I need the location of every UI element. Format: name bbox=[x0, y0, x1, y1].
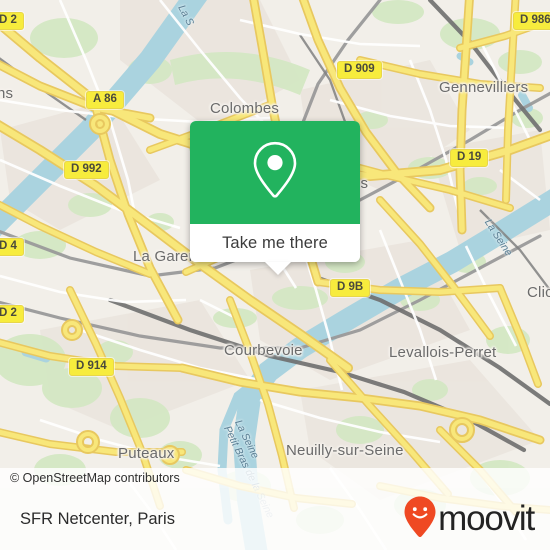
take-me-there-button-label: Take me there bbox=[222, 233, 328, 252]
road-shield-d914: D 914 bbox=[69, 358, 114, 376]
map-label-neuilly-sur-seine: Neuilly-sur-Seine bbox=[286, 442, 404, 459]
popup-header bbox=[190, 121, 360, 224]
road-shield-d992: D 992 bbox=[64, 161, 109, 179]
map-label-colombes: Colombes bbox=[210, 100, 280, 117]
popup-tail bbox=[265, 262, 291, 275]
map-screenshot: Colombes Gennevilliers La Garen Courbevo… bbox=[0, 0, 550, 550]
road-shield-d909: D 909 bbox=[337, 61, 382, 79]
map-label-la-garenne: La Garen bbox=[133, 248, 198, 265]
footer-bar: SFR Netcenter, Paris moovit bbox=[0, 488, 550, 550]
map-label-clichy: Clich bbox=[527, 284, 550, 301]
road-shield-d986: D 986 bbox=[513, 12, 550, 30]
map-label-asnieres-clipped: ns bbox=[0, 85, 14, 102]
map-popup-card[interactable]: Take me there bbox=[190, 121, 360, 275]
road-shield-a86: A 86 bbox=[86, 91, 124, 109]
location-title: SFR Netcenter, Paris bbox=[20, 509, 175, 528]
moovit-pin-icon bbox=[403, 495, 437, 544]
map-label-puteaux: Puteaux bbox=[118, 445, 175, 462]
map-label-courbevoie: Courbevoie bbox=[224, 342, 303, 359]
road-shield-d9b: D 9B bbox=[330, 279, 371, 297]
moovit-brand[interactable]: moovit bbox=[403, 495, 550, 544]
map-label-gennevilliers: Gennevilliers bbox=[439, 79, 529, 96]
map-attribution-bar: © OpenStreetMap contributors bbox=[0, 468, 550, 488]
map-pin-icon bbox=[251, 140, 299, 205]
popup-footer[interactable]: Take me there bbox=[190, 224, 360, 275]
moovit-wordmark: moovit bbox=[438, 499, 535, 538]
openstreetmap-attribution[interactable]: © OpenStreetMap contributors bbox=[0, 471, 180, 485]
road-shield-d19: D 19 bbox=[450, 149, 489, 167]
road-shield-d2-left: D 2 bbox=[0, 305, 24, 323]
map-label-levallois-perret: Levallois-Perret bbox=[389, 344, 497, 361]
road-shield-d4: D 4 bbox=[0, 238, 24, 256]
road-shield-d2-topleft: D 2 bbox=[0, 12, 24, 30]
